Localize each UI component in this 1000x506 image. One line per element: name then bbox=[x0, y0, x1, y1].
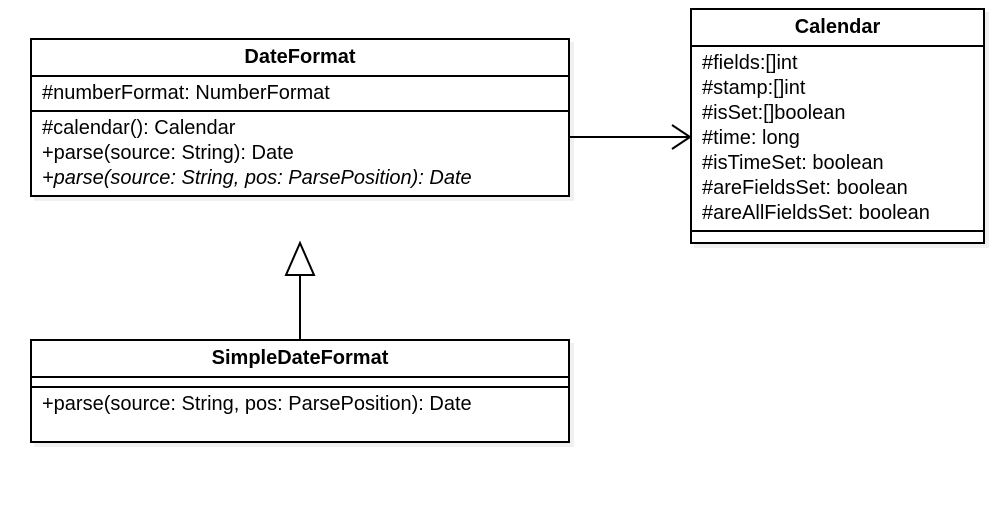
uml-canvas: DateFormat #numberFormat: NumberFormat #… bbox=[0, 0, 1000, 506]
attribute: #stamp:[]int bbox=[702, 76, 973, 101]
attributes-section: #numberFormat: NumberFormat bbox=[32, 77, 568, 112]
attribute-list: #numberFormat: NumberFormat bbox=[42, 81, 558, 106]
association-dateformat-calendar bbox=[570, 125, 690, 149]
operation-list: +parse(source: String, pos: ParsePositio… bbox=[42, 392, 558, 417]
operation: +parse(source: String, pos: ParsePositio… bbox=[42, 166, 558, 191]
attribute: #areAllFieldsSet: boolean bbox=[702, 201, 973, 226]
attribute: #numberFormat: NumberFormat bbox=[42, 81, 558, 106]
attribute: #isTimeSet: boolean bbox=[702, 151, 973, 176]
class-simpledateformat: SimpleDateFormat +parse(source: String, … bbox=[30, 339, 570, 443]
class-name: Calendar bbox=[692, 10, 983, 47]
class-name: DateFormat bbox=[32, 40, 568, 77]
operations-section: #calendar(): Calendar +parse(source: Str… bbox=[32, 112, 568, 195]
operation: +parse(source: String, pos: ParsePositio… bbox=[42, 392, 558, 417]
operations-section: +parse(source: String, pos: ParsePositio… bbox=[32, 388, 568, 441]
attributes-section: #fields:[]int #stamp:[]int #isSet:[]bool… bbox=[692, 47, 983, 232]
operation: +parse(source: String): Date bbox=[42, 141, 558, 166]
generalization-simpledateformat-dateformat bbox=[286, 243, 314, 339]
attribute: #fields:[]int bbox=[702, 51, 973, 76]
operations-section bbox=[692, 232, 983, 242]
attribute: #areFieldsSet: boolean bbox=[702, 176, 973, 201]
attribute: #isSet:[]boolean bbox=[702, 101, 973, 126]
attribute-list: #fields:[]int #stamp:[]int #isSet:[]bool… bbox=[702, 51, 973, 226]
class-calendar: Calendar #fields:[]int #stamp:[]int #isS… bbox=[690, 8, 985, 244]
operation: #calendar(): Calendar bbox=[42, 116, 558, 141]
attributes-section bbox=[32, 378, 568, 388]
operation-list: #calendar(): Calendar +parse(source: Str… bbox=[42, 116, 558, 191]
class-name: SimpleDateFormat bbox=[32, 341, 568, 378]
attribute: #time: long bbox=[702, 126, 973, 151]
class-dateformat: DateFormat #numberFormat: NumberFormat #… bbox=[30, 38, 570, 197]
